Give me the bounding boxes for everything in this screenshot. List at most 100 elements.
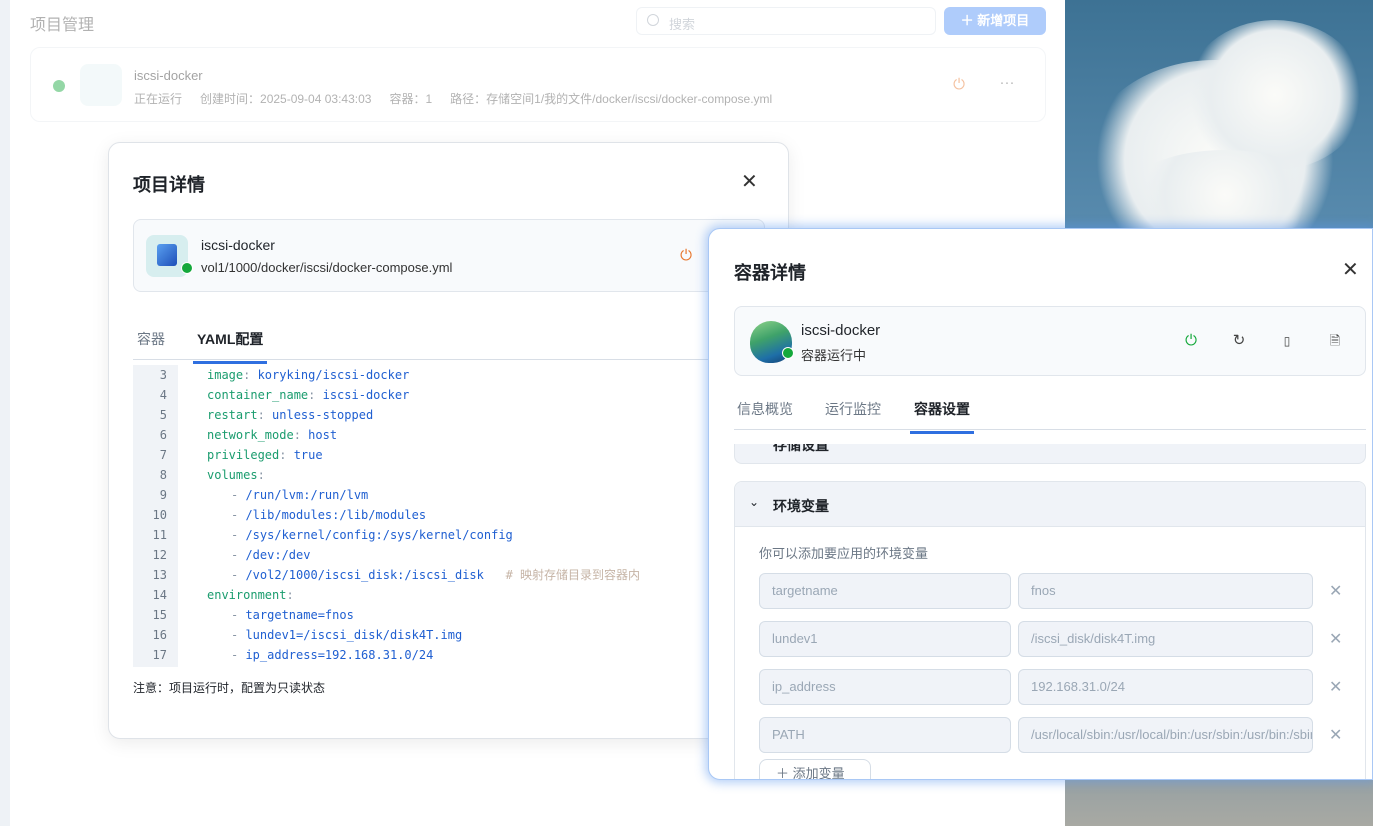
yaml-key: network_mode <box>207 428 294 442</box>
code-text: - /sys/kernel/config:/sys/kernel/config <box>231 528 513 542</box>
storage-section-title: 存储设置 <box>773 444 829 453</box>
add-project-button[interactable]: ＋ 新增项目 <box>944 7 1046 35</box>
code-text: volumes: <box>207 468 273 482</box>
line-number: 6 <box>159 428 167 442</box>
line-number: 14 <box>152 588 167 602</box>
project-list-item[interactable]: iscsi-docker 正在运行 创建时间：2025-09-04 03:43:0… <box>30 47 1046 122</box>
env-key-input[interactable]: PATH <box>759 717 1011 753</box>
remove-variable-icon[interactable]: ✕ <box>1329 581 1342 601</box>
yaml-key: privileged <box>207 448 280 462</box>
project-path: 路径：存储空间1/我的文件/docker/iscsi/docker-compos… <box>450 92 773 106</box>
container-header-card: iscsi-docker 容器运行中 ⏻ ↻ ▯ 🗎 <box>734 306 1366 376</box>
yaml-comment: # 映射存储目录到容器内 <box>505 568 641 582</box>
line-number: 15 <box>152 608 167 622</box>
add-variable-button[interactable]: ＋ 添加变量 <box>759 759 871 780</box>
env-value-input[interactable]: 192.168.31.0/24 <box>1018 669 1313 705</box>
container-detail-dialog: 容器详情 ✕ iscsi-docker 容器运行中 ⏻ ↻ ▯ 🗎 信息概览 运… <box>708 228 1373 780</box>
terminal-icon[interactable]: ▯ <box>1276 330 1298 352</box>
yaml-value: targetname=fnos <box>245 608 354 622</box>
remove-variable-icon[interactable]: ✕ <box>1329 677 1342 697</box>
yaml-value: /sys/kernel/config:/sys/kernel/config <box>245 528 513 542</box>
tab-containers[interactable]: 容器 <box>137 329 165 361</box>
project-created: 创建时间：2025-09-04 03:43:03 <box>200 92 372 106</box>
line-number: 9 <box>159 488 167 502</box>
yaml-editor[interactable]: 3 image: koryking/iscsi-docker 4 container_… <box>133 365 693 667</box>
env-key-input[interactable]: lundev1 <box>759 621 1011 657</box>
yaml-value: /vol2/1000/iscsi_disk:/iscsi_disk <box>245 568 484 582</box>
env-section: ⌄ 环境变量 你可以添加要应用的环境变量 targetname fnos ✕ lund… <box>734 481 1366 780</box>
project-icon <box>80 64 122 106</box>
tab-settings[interactable]: 容器设置 <box>910 399 974 434</box>
tab-monitor[interactable]: 运行监控 <box>825 399 881 431</box>
code-text: container_name: iscsi-docker <box>207 388 410 402</box>
code-text: - /lib/modules:/lib/modules <box>231 508 427 522</box>
line-number: 12 <box>152 548 167 562</box>
remove-variable-icon[interactable]: ✕ <box>1329 629 1342 649</box>
power-icon[interactable]: ⏻ <box>675 245 697 267</box>
power-icon[interactable]: ⏻ <box>948 74 970 96</box>
remove-variable-icon[interactable]: ✕ <box>1329 725 1342 745</box>
line-number: 5 <box>159 408 167 422</box>
project-name: iscsi-docker <box>201 237 275 253</box>
yaml-value: koryking/iscsi-docker <box>257 368 410 382</box>
page-title: 项目管理 <box>30 17 95 34</box>
restart-icon[interactable]: ↻ <box>1228 330 1250 352</box>
dialog-title: 项目详情 <box>133 175 205 195</box>
line-number: 10 <box>152 508 167 522</box>
status-dot <box>782 347 794 359</box>
close-icon[interactable]: ✕ <box>741 169 758 194</box>
code-text: - /run/lvm:/run/lvm <box>231 488 369 502</box>
yaml-value: true <box>293 448 323 462</box>
status-dot <box>181 262 193 274</box>
project-tabs: 容器 YAML配置 <box>133 320 765 364</box>
container-tabs: 信息概览 运行监控 容器设置 <box>734 390 1366 434</box>
yaml-value: host <box>308 428 338 442</box>
yaml-value: lundev1=/iscsi_disk/disk4T.img <box>245 628 463 642</box>
container-name: iscsi-docker <box>801 322 881 339</box>
yaml-value: iscsi-docker <box>322 388 410 402</box>
env-section-header[interactable]: ⌄ 环境变量 <box>735 482 1365 527</box>
code-text: restart: unless-stopped <box>207 408 374 422</box>
close-icon[interactable]: ✕ <box>1342 257 1359 282</box>
project-containers: 容器：1 <box>389 92 433 106</box>
more-button[interactable]: ··· <box>996 72 1018 94</box>
compose-path: vol1/1000/docker/iscsi/docker-compose.ym… <box>201 260 453 275</box>
line-number: 8 <box>159 468 167 482</box>
env-key-input[interactable]: targetname <box>759 573 1011 609</box>
code-text: network_mode: host <box>207 428 338 442</box>
readonly-note: 注意：项目运行时，配置为只读状态 <box>133 681 326 695</box>
code-text: privileged: true <box>207 448 323 462</box>
code-text: - ip_address=192.168.31.0/24 <box>231 648 434 662</box>
yaml-value: ip_address=192.168.31.0/24 <box>245 648 434 662</box>
line-number: 4 <box>159 388 167 402</box>
container-status: 容器运行中 <box>801 348 867 363</box>
search-icon <box>647 14 659 26</box>
project-header-card: iscsi-docker vol1/1000/docker/iscsi/dock… <box>133 219 765 292</box>
env-section-title: 环境变量 <box>773 498 829 514</box>
search-input[interactable]: 搜索 <box>636 7 936 35</box>
status-dot <box>53 80 65 92</box>
line-number: 3 <box>159 368 167 382</box>
code-text: - /dev:/dev <box>231 548 311 562</box>
yaml-key: restart <box>207 408 258 422</box>
code-text: - lundev1=/iscsi_disk/disk4T.img <box>231 628 463 642</box>
tab-yaml[interactable]: YAML配置 <box>193 329 268 364</box>
env-value-input[interactable]: fnos <box>1018 573 1313 609</box>
env-value-input[interactable]: /iscsi_disk/disk4T.img <box>1018 621 1313 657</box>
power-icon[interactable]: ⏻ <box>1180 330 1202 352</box>
yaml-value: unless-stopped <box>272 408 374 422</box>
log-file-icon[interactable]: 🗎 <box>1324 330 1346 352</box>
yaml-value: /run/lvm:/run/lvm <box>245 488 369 502</box>
env-key-input[interactable]: ip_address <box>759 669 1011 705</box>
chevron-down-icon: ⌄ <box>749 495 760 509</box>
code-text: - /vol2/1000/iscsi_disk:/iscsi_disk # 映射… <box>231 568 641 582</box>
env-value-input[interactable]: /usr/local/sbin:/usr/local/bin:/usr/sbin… <box>1018 717 1313 753</box>
env-hint: 你可以添加要应用的环境变量 <box>759 546 929 561</box>
add-variable-label: 添加变量 <box>792 766 845 780</box>
storage-section-collapsed[interactable]: 存储设置 <box>734 444 1366 464</box>
tab-overview[interactable]: 信息概览 <box>737 399 793 431</box>
line-number: 16 <box>152 628 167 642</box>
code-text: image: koryking/iscsi-docker <box>207 368 410 382</box>
project-detail-dialog: 项目详情 ✕ iscsi-docker vol1/1000/docker/isc… <box>108 142 789 739</box>
code-text: - targetname=fnos <box>231 608 354 622</box>
